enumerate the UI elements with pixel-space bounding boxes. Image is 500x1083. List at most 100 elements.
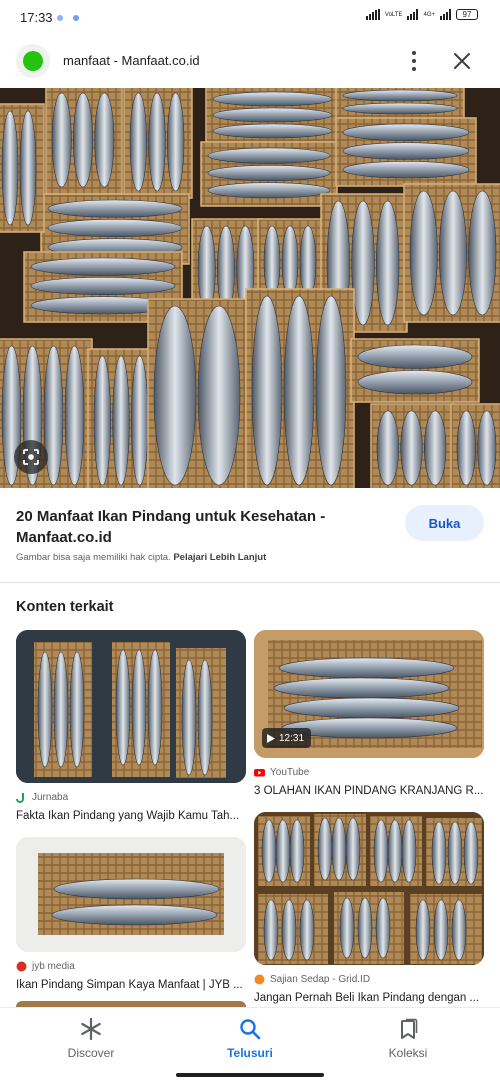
card-source: jyb media [16,960,246,973]
result-title[interactable]: 20 Manfaat Ikan Pindang untuk Kesehatan … [16,506,376,548]
copyright-text: Gambar bisa saja memiliki hak cipta. [16,552,171,563]
nav-discover-label: Discover [67,1046,115,1060]
video-duration: 12:31 [279,732,305,744]
fish-shape [447,821,463,885]
jurnaba-logo-icon [16,793,24,803]
fish-shape [339,897,355,959]
fish-basket-thumbnail [16,630,246,783]
fish-basket-thumbnail [16,837,246,952]
fish-shape [283,697,460,719]
fish-shape [315,295,347,486]
fish-shape [357,897,373,959]
fish-shape [281,225,299,299]
learn-more-link[interactable]: Pelajari Lebih Lanjut [173,552,266,563]
fish-shape [112,355,130,486]
fish-shape [53,878,220,900]
fish-shape [351,200,375,326]
related-card[interactable]: jyb media Ikan Pindang Simpan Kaya Manfa… [16,837,246,991]
card-source: Jurnaba [16,791,246,804]
fish-shape [376,200,400,326]
related-card[interactable]: Sajian Sedap - Grid.ID Jangan Pernah Bel… [254,812,484,1004]
fish-shape [131,649,147,766]
video-duration-badge: 12:31 [262,728,312,748]
fish-shape [317,817,333,881]
signal-strength-icon [407,9,419,20]
status-bar: 17:33 VoLTE 4G+ 97 [0,0,500,36]
fish-shape [131,355,149,486]
fish-basket-thumbnail [254,812,484,965]
result-image[interactable] [0,88,500,488]
fish-shape [147,649,163,766]
fish-shape [93,355,111,486]
fish-shape [207,147,331,164]
fish-shape [51,92,72,188]
fish-baskets-photo [0,88,500,488]
fish-shape [94,92,115,188]
home-indicator [176,1073,324,1077]
fish-shape [197,659,213,776]
lens-search-button[interactable] [14,440,48,474]
more-options-icon[interactable] [404,48,424,74]
fish-shape [197,305,241,486]
fish-shape [148,92,166,192]
fish-shape [19,110,37,226]
fish-shape [415,899,431,961]
fish-shape [64,345,85,486]
fish-shape [275,819,291,883]
fish-shape [30,277,176,295]
fish-shape [51,904,218,926]
fish-shape [37,651,53,768]
fish-shape [30,257,176,276]
fish-shape [273,677,450,699]
nav-collections-label: Koleksi [388,1046,428,1060]
fish-shape [431,821,447,885]
copyright-notice: Gambar bisa saja memiliki hak cipta. Pel… [16,552,266,563]
notification-dot-icon [73,15,79,21]
fish-shape [281,899,297,961]
fish-shape [278,657,455,679]
card-caption: Fakta Ikan Pindang yang Wajib Kamu Tah..… [16,810,240,822]
fish-shape [342,123,470,141]
fish-shape [433,899,449,961]
header-title[interactable]: manfaat - Manfaat.co.id [63,53,200,68]
search-icon [240,1019,261,1040]
fish-shape [373,819,389,883]
nav-collections[interactable]: Koleksi [353,1018,463,1060]
nav-discover[interactable]: Discover [36,1018,146,1060]
asterisk-icon [81,1018,101,1040]
fish-shape [207,182,331,199]
battery-indicator: 97 [456,9,478,20]
card-source-name: Jurnaba [32,792,69,803]
fish-shape [375,897,391,959]
card-caption: Jangan Pernah Beli Ikan Pindang dengan .… [254,992,480,1004]
fish-shape [342,89,458,102]
fish-shape [401,819,417,883]
related-content-title: Konten terkait [16,599,114,615]
nav-search-label: Telusuri [227,1046,273,1060]
card-thumbnail [254,812,484,965]
fish-shape [342,102,458,115]
fish-shape [456,410,476,486]
fish-shape [47,199,183,218]
jyb-media-icon [16,961,27,972]
fish-shape [1,110,19,226]
bottom-navigation: Discover Telusuri Koleksi [0,1007,500,1083]
open-button[interactable]: Buka [405,505,484,541]
close-icon[interactable] [450,49,474,73]
fish-shape [357,344,473,369]
related-card[interactable]: Jurnaba Fakta Ikan Pindang yang Wajib Ka… [16,630,246,822]
fish-shape [47,219,183,237]
notification-dot-icon [57,15,63,21]
related-card[interactable]: 12:31 YouTube 3 OLAHAN IKAN PINDANG KRAN… [254,630,484,797]
fish-shape [263,225,281,299]
fish-shape [289,819,305,883]
card-source-name: Sajian Sedap - Grid.ID [270,974,371,985]
fish-shape [129,92,147,192]
status-time: 17:33 [20,10,53,25]
fish-shape [212,91,333,107]
fish-shape [207,165,331,181]
status-indicators: VoLTE 4G+ 97 [365,9,478,20]
card-thumbnail [16,837,246,952]
fish-shape [424,410,447,486]
nav-search[interactable]: Telusuri [195,1018,305,1060]
